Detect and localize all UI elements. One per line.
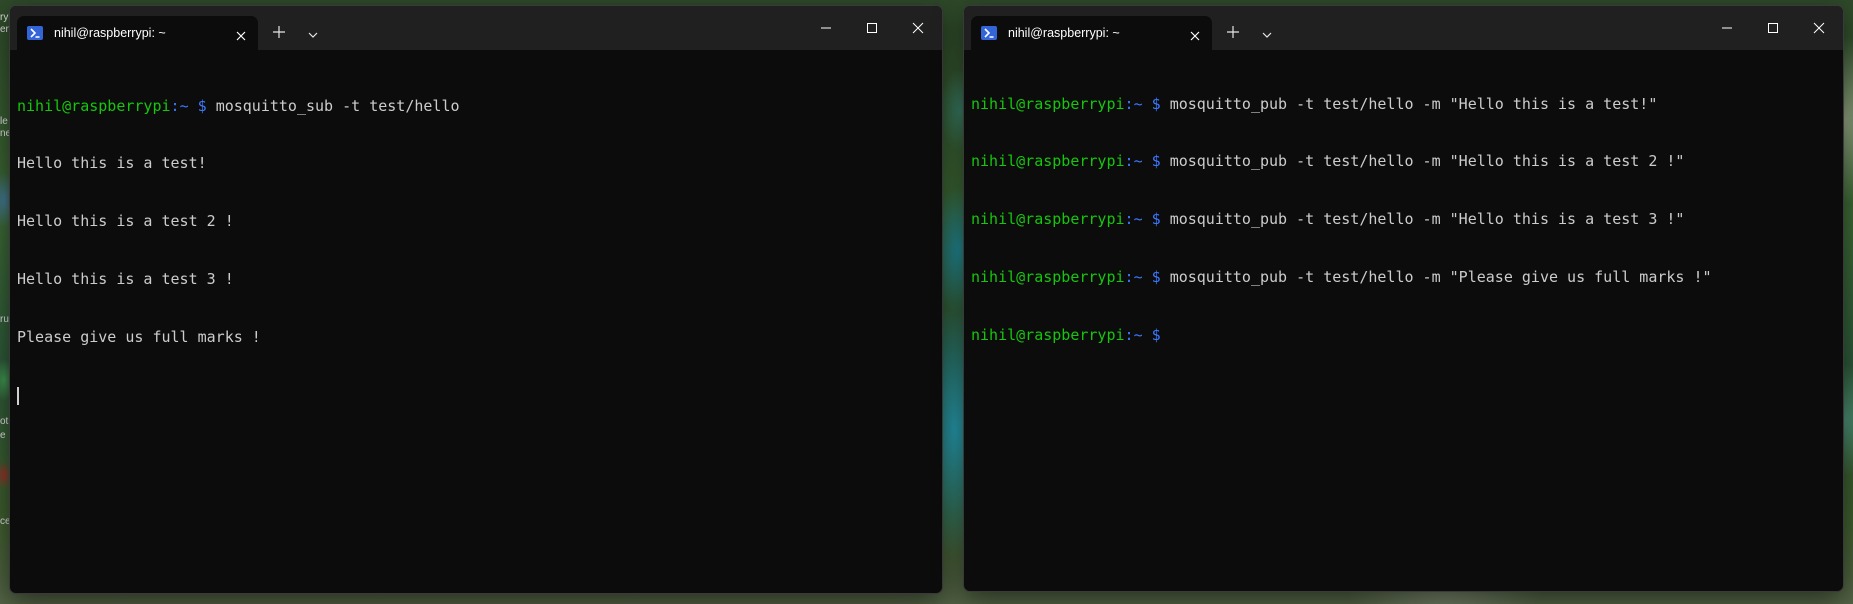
prompt-user-host: nihil@raspberrypi — [971, 94, 1125, 113]
minimize-icon — [821, 27, 831, 29]
prompt-path: ~ — [1133, 268, 1143, 287]
terminal-output[interactable]: nihil@raspberrypi:~ $ mosquitto_sub -t t… — [17, 58, 936, 587]
prompt-separator: : — [1124, 268, 1134, 287]
tab-close-icon[interactable] — [235, 27, 247, 41]
new-tab-button[interactable] — [1224, 23, 1242, 41]
command-text: mosquitto_pub -t test/hello -m "Hello th… — [1169, 152, 1685, 171]
tab-title: nihil@raspberrypi: ~ — [54, 26, 166, 40]
output-line: Hello this is a test 2 ! — [17, 212, 234, 231]
close-button[interactable] — [896, 6, 942, 50]
command-text: mosquitto_pub -t test/hello -m "Please g… — [1169, 268, 1712, 287]
prompt-separator: : — [1124, 152, 1134, 171]
prompt-separator: : — [1124, 326, 1134, 345]
prompt-path: ~ — [1133, 94, 1143, 113]
prompt-dollar: $ — [197, 96, 207, 115]
minimize-button[interactable] — [804, 6, 850, 50]
prompt-path: ~ — [179, 96, 189, 115]
prompt-user-host: nihil@raspberrypi — [971, 210, 1125, 229]
maximize-icon — [867, 23, 877, 33]
output-line: Please give us full marks ! — [17, 328, 261, 347]
terminal-tab[interactable]: nihil@raspberrypi: ~ — [971, 16, 1212, 50]
minimize-icon — [1722, 27, 1732, 29]
maximize-button[interactable] — [850, 6, 896, 50]
prompt-line: nihil@raspberrypi:~ $ mosquitto_pub -t t… — [971, 95, 1837, 114]
plus-icon — [1227, 26, 1239, 38]
prompt-user-host: nihil@raspberrypi — [971, 268, 1125, 287]
prompt-line: nihil@raspberrypi:~ $ mosquitto_pub -t t… — [971, 210, 1837, 229]
output-line: Hello this is a test 3 ! — [17, 270, 234, 289]
terminal-output[interactable]: nihil@raspberrypi:~ $ mosquitto_pub -t t… — [971, 56, 1837, 585]
tab-dropdown-button[interactable] — [1260, 26, 1274, 38]
chevron-down-icon — [1262, 32, 1272, 38]
text-cursor — [17, 387, 19, 406]
terminal-tab[interactable]: nihil@raspberrypi: ~ — [17, 16, 258, 50]
prompt-user-host: nihil@raspberrypi — [971, 152, 1125, 171]
prompt-separator: : — [1124, 210, 1134, 229]
prompt-dollar: $ — [1151, 210, 1161, 229]
prompt-path: ~ — [1133, 210, 1143, 229]
prompt-dollar: $ — [1151, 94, 1161, 113]
maximize-button[interactable] — [1751, 6, 1797, 50]
chevron-down-icon — [308, 32, 318, 38]
prompt-line: nihil@raspberrypi:~ $ — [971, 326, 1837, 345]
close-button[interactable] — [1797, 6, 1843, 50]
close-icon — [1813, 22, 1825, 34]
prompt-dollar: $ — [1151, 326, 1161, 345]
powershell-icon — [981, 26, 997, 40]
desktop-edge-text: er — [0, 24, 9, 35]
desktop-edge-text: ry — [0, 12, 9, 23]
command-text: mosquitto_pub -t test/hello -m "Hello th… — [1169, 94, 1658, 113]
terminal-window-subscriber[interactable]: nihil@raspberrypi: ~ nihil@raspberrypi:~… — [9, 5, 943, 594]
prompt-user-host: nihil@raspberrypi — [17, 96, 171, 115]
desktop-edge-text: ru — [0, 314, 9, 325]
output-line: Hello this is a test! — [17, 154, 207, 173]
powershell-icon — [27, 26, 43, 40]
prompt-separator: : — [170, 96, 180, 115]
window-controls — [1705, 6, 1843, 50]
tab-dropdown-button[interactable] — [306, 26, 320, 38]
prompt-line: nihil@raspberrypi:~ $ mosquitto_sub -t t… — [17, 97, 936, 116]
prompt-user-host: nihil@raspberrypi — [971, 326, 1125, 345]
window-controls — [804, 6, 942, 50]
plus-icon — [273, 26, 285, 38]
command-text: mosquitto_sub -t test/hello — [215, 96, 460, 115]
tab-title: nihil@raspberrypi: ~ — [1008, 26, 1120, 40]
prompt-separator: : — [1124, 94, 1134, 113]
command-text: mosquitto_pub -t test/hello -m "Hello th… — [1169, 210, 1685, 229]
new-tab-button[interactable] — [270, 23, 288, 41]
desktop-edge-text: le — [0, 116, 8, 127]
prompt-line: nihil@raspberrypi:~ $ mosquitto_pub -t t… — [971, 268, 1837, 287]
tab-close-icon[interactable] — [1189, 27, 1201, 41]
prompt-path: ~ — [1133, 326, 1143, 345]
prompt-dollar: $ — [1151, 268, 1161, 287]
terminal-window-publisher[interactable]: nihil@raspberrypi: ~ nihil@raspberrypi:~… — [963, 5, 1844, 592]
desktop-edge-text: ot — [0, 416, 9, 427]
desktop-edge-text: e — [0, 430, 6, 441]
title-bar[interactable]: nihil@raspberrypi: ~ — [964, 6, 1843, 50]
cursor-line — [17, 386, 936, 406]
prompt-path: ~ — [1133, 152, 1143, 171]
prompt-dollar: $ — [1151, 152, 1161, 171]
close-icon — [912, 22, 924, 34]
prompt-line: nihil@raspberrypi:~ $ mosquitto_pub -t t… — [971, 152, 1837, 171]
title-bar[interactable]: nihil@raspberrypi: ~ — [10, 6, 942, 50]
minimize-button[interactable] — [1705, 6, 1751, 50]
maximize-icon — [1768, 23, 1778, 33]
